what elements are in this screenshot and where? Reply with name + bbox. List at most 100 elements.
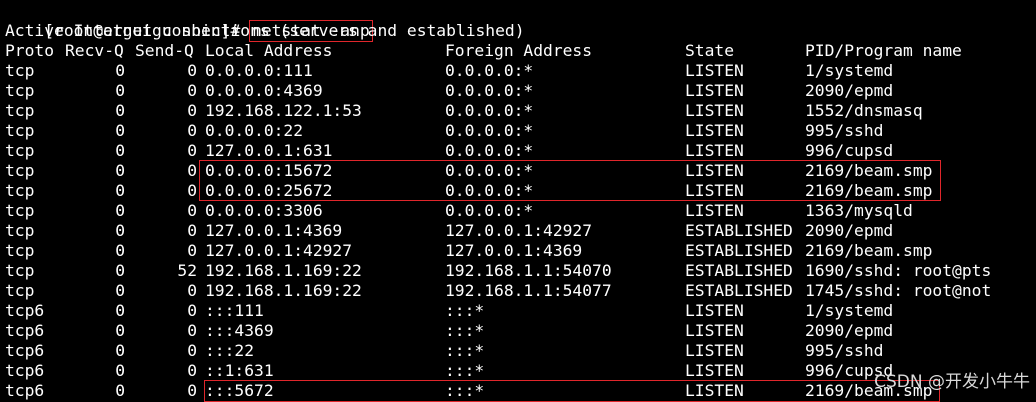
cell-foreign: :::* xyxy=(445,341,485,360)
cell-recv: 0 xyxy=(115,161,125,180)
cell-local: 0.0.0.0:25672 xyxy=(205,181,333,200)
table-row: tcp 0 0 0.0.0.0:3306 0.0.0.0:* LISTEN 1363/mys… xyxy=(5,201,1035,221)
cell-send: 0 xyxy=(187,161,197,180)
cell-state: ESTABLISHED xyxy=(685,241,793,260)
cell-local: 0.0.0.0:22 xyxy=(205,121,304,140)
header-state: State xyxy=(685,41,735,60)
table-row: tcp 0 0 192.168.1.169:22 192.168.1.1:54077 ES… xyxy=(5,281,1035,301)
table-row: tcp 0 0 127.0.0.1:631 0.0.0.0:* LISTEN 996/cup… xyxy=(5,141,1035,161)
cell-send: 0 xyxy=(187,341,197,360)
cell-send: 0 xyxy=(187,121,197,140)
cell-recv: 0 xyxy=(115,181,125,200)
cell-send: 0 xyxy=(187,181,197,200)
cell-send: 0 xyxy=(187,321,197,340)
cell-pid: 2169/beam.smp xyxy=(805,161,933,180)
cell-local: ::1:631 xyxy=(205,361,274,380)
cell-state: ESTABLISHED xyxy=(685,261,793,280)
cell-state: ESTABLISHED xyxy=(685,281,793,300)
cell-pid: 2090/epmd xyxy=(805,81,894,100)
cell-local: 0.0.0.0:111 xyxy=(205,61,313,80)
cell-send: 0 xyxy=(187,241,197,260)
header-recv: Recv-Q xyxy=(65,41,124,60)
cell-state: LISTEN xyxy=(685,81,744,100)
cell-proto: tcp xyxy=(5,141,35,160)
cell-state: LISTEN xyxy=(685,341,744,360)
cell-proto: tcp xyxy=(5,261,35,280)
header-row: Proto Recv-Q Send-Q Local Address Foreig… xyxy=(5,41,1035,61)
cell-proto: tcp xyxy=(5,221,35,240)
table-row: tcp 0 0 127.0.0.1:42927 127.0.0.1:4369 ESTABL… xyxy=(5,241,1035,261)
cell-recv: 0 xyxy=(115,221,125,240)
table-row: tcp 0 52 192.168.1.169:22 192.168.1.1:54070 E… xyxy=(5,261,1035,281)
cell-recv: 0 xyxy=(115,341,125,360)
table-row: tcp 0 0 127.0.0.1:4369 127.0.0.1:42927 ESTABL… xyxy=(5,221,1035,241)
watermark: CSDN @开发小牛牛 xyxy=(874,372,1030,392)
table-row: tcp6 0 0:::22:::* LISTEN 995/sshd xyxy=(5,341,1035,361)
cell-foreign: 0.0.0.0:* xyxy=(445,181,534,200)
cell-local: 192.168.1.169:22 xyxy=(205,261,362,280)
cell-pid: 2169/beam.smp xyxy=(805,241,933,260)
cell-send: 0 xyxy=(187,381,197,400)
table-row: tcp 0 0 0.0.0.0:111 0.0.0.0:* LISTEN 1/systemd xyxy=(5,61,1035,81)
cell-local: 127.0.0.1:4369 xyxy=(205,221,343,240)
cell-send: 0 xyxy=(187,281,197,300)
cell-send: 0 xyxy=(187,201,197,220)
cell-foreign: 0.0.0.0:* xyxy=(445,81,534,100)
cell-local: :::22 xyxy=(205,341,255,360)
cell-foreign: 0.0.0.0:* xyxy=(445,101,534,120)
table-row: tcp6 0 0:::111:::* LISTEN 1/systemd xyxy=(5,301,1035,321)
cell-state: LISTEN xyxy=(685,381,744,400)
cell-state: LISTEN xyxy=(685,361,744,380)
cell-proto: tcp6 xyxy=(5,361,45,380)
cell-recv: 0 xyxy=(115,361,125,380)
cell-recv: 0 xyxy=(115,281,125,300)
cell-foreign: 127.0.0.1:4369 xyxy=(445,241,583,260)
cell-state: LISTEN xyxy=(685,201,744,220)
table-row: tcp6 0 0:::4369:::* LISTEN 2090/epmd xyxy=(5,321,1035,341)
cell-foreign: 0.0.0.0:* xyxy=(445,201,534,220)
cell-proto: tcp xyxy=(5,121,35,140)
header-pid: PID/Program name xyxy=(805,41,962,60)
cell-foreign: 0.0.0.0:* xyxy=(445,121,534,140)
cell-pid: 995/sshd xyxy=(805,341,884,360)
cell-recv: 0 xyxy=(115,201,125,220)
cell-recv: 0 xyxy=(115,121,125,140)
header-foreign: Foreign Address xyxy=(445,41,593,60)
cell-local: 0.0.0.0:4369 xyxy=(205,81,323,100)
cell-local: 0.0.0.0:15672 xyxy=(205,161,333,180)
cell-proto: tcp xyxy=(5,81,35,100)
cell-local: 127.0.0.1:42927 xyxy=(205,241,353,260)
cell-local: 192.168.122.1:53 xyxy=(205,101,362,120)
cell-foreign: 0.0.0.0:* xyxy=(445,161,534,180)
cell-recv: 0 xyxy=(115,101,125,120)
terminal-window[interactable]: [root@atguigu sbin]# netstat -anp Active… xyxy=(0,0,1036,402)
cell-pid: 1/systemd xyxy=(805,301,894,320)
cell-local: :::4369 xyxy=(205,321,274,340)
cell-proto: tcp6 xyxy=(5,301,45,320)
cell-recv: 0 xyxy=(115,321,125,340)
cell-pid: 995/sshd xyxy=(805,121,884,140)
cell-foreign: 127.0.0.1:42927 xyxy=(445,221,593,240)
cell-recv: 0 xyxy=(115,261,125,280)
cell-pid: 1/systemd xyxy=(805,61,894,80)
cell-recv: 0 xyxy=(115,241,125,260)
cell-local: :::111 xyxy=(205,301,264,320)
cell-local: 192.168.1.169:22 xyxy=(205,281,362,300)
cell-proto: tcp6 xyxy=(5,381,45,400)
cell-state: LISTEN xyxy=(685,121,744,140)
cell-proto: tcp xyxy=(5,161,35,180)
cell-pid: 1363/mysqld xyxy=(805,201,913,220)
cell-pid: 1690/sshd: root@pts xyxy=(805,261,992,280)
cell-recv: 0 xyxy=(115,61,125,80)
cell-foreign: 0.0.0.0:* xyxy=(445,141,534,160)
table-row: tcp 0 0 192.168.122.1:53 0.0.0.0:* LISTEN 1552… xyxy=(5,101,1035,121)
cell-local: 0.0.0.0:3306 xyxy=(205,201,323,220)
cell-proto: tcp6 xyxy=(5,341,45,360)
cell-send: 0 xyxy=(187,101,197,120)
cell-proto: tcp6 xyxy=(5,321,45,340)
cell-foreign: 192.168.1.1:54070 xyxy=(445,261,612,280)
title-line: Active Internet connections (servers and… xyxy=(5,21,525,40)
cell-state: LISTEN xyxy=(685,101,744,120)
cell-foreign: 192.168.1.1:54077 xyxy=(445,281,612,300)
cell-foreign: :::* xyxy=(445,301,485,320)
